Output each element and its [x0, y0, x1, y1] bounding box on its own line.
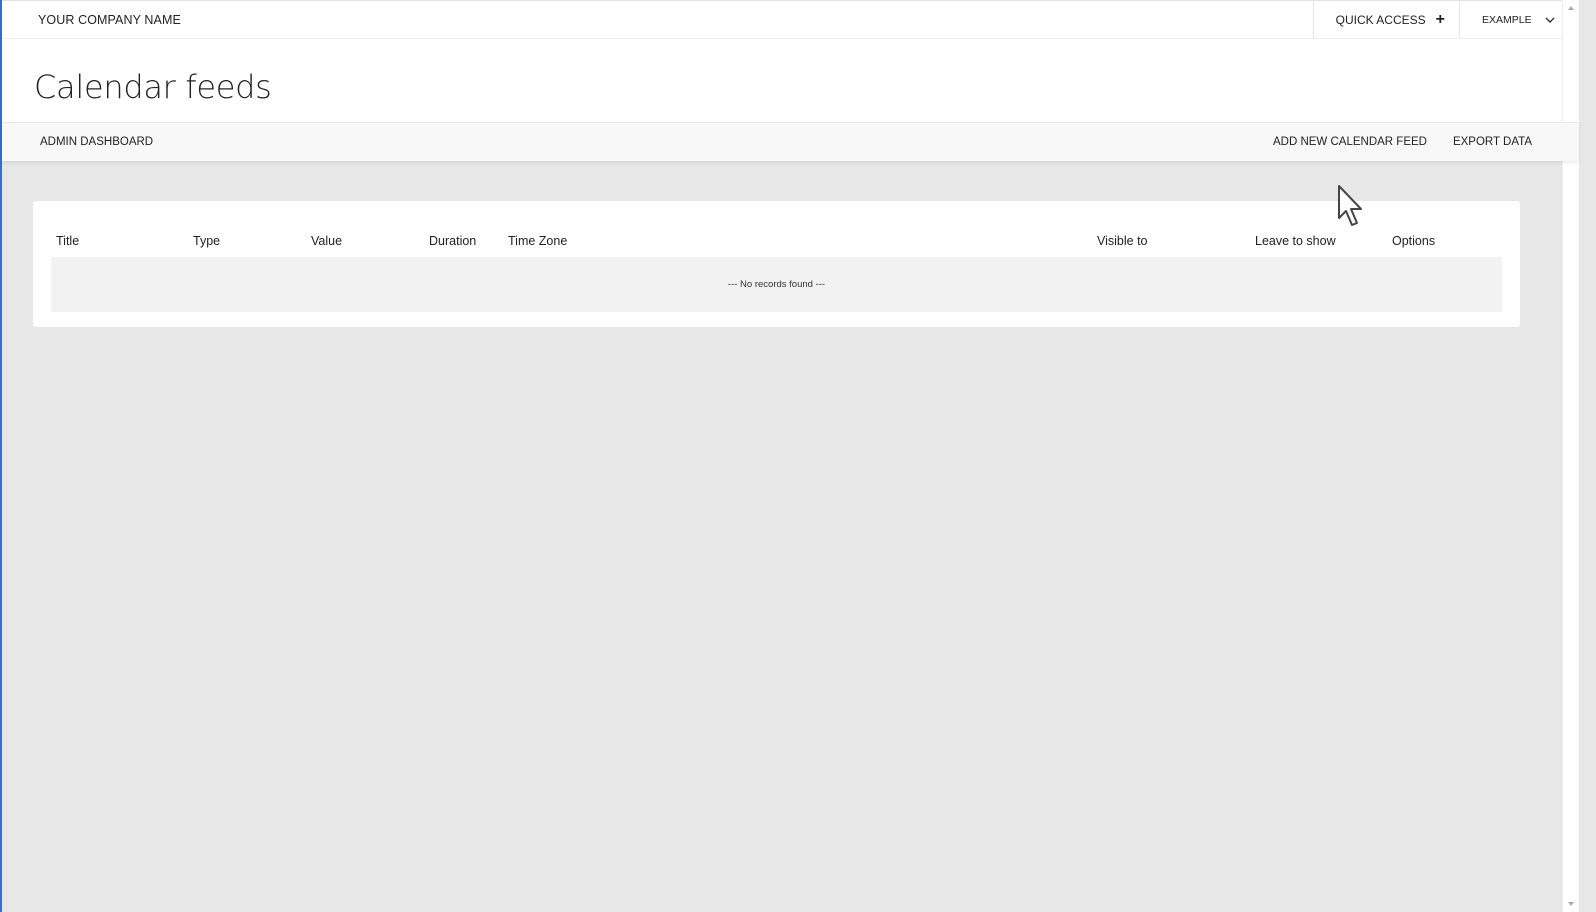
top-bar: YOUR COMPANY NAME QUICK ACCESS + EXAMPLE [2, 0, 1579, 39]
column-header-leave-to-show[interactable]: Leave to show [1255, 234, 1336, 248]
calendar-feeds-card: Title Type Value Duration Time Zone Visi… [33, 201, 1520, 327]
user-menu-label: EXAMPLE [1482, 13, 1532, 26]
mouse-cursor-icon [1338, 185, 1362, 226]
top-bar-actions: QUICK ACCESS + EXAMPLE [1312, 1, 1579, 38]
add-new-calendar-feed-button[interactable]: ADD NEW CALENDAR FEED [1273, 136, 1427, 148]
column-header-value[interactable]: Value [311, 234, 342, 248]
scroll-down-arrow-icon[interactable] [1568, 902, 1574, 906]
empty-message: --- No records found --- [727, 279, 826, 290]
column-header-duration[interactable]: Duration [429, 234, 476, 248]
export-data-button[interactable]: EXPORT DATA [1453, 136, 1532, 148]
action-links: ADD NEW CALENDAR FEED EXPORT DATA [1273, 136, 1579, 148]
table-empty-row: --- No records found --- [51, 257, 1502, 312]
chevron-down-icon [1545, 17, 1555, 23]
app-window: YOUR COMPANY NAME QUICK ACCESS + EXAMPLE… [2, 0, 1579, 912]
page-header: Calendar feeds [2, 39, 1579, 122]
column-header-options: Options [1392, 234, 1436, 248]
quick-access-button[interactable]: QUICK ACCESS + [1312, 1, 1459, 38]
column-header-time-zone[interactable]: Time Zone [508, 234, 567, 248]
column-header-type[interactable]: Type [193, 234, 220, 248]
quick-access-label: QUICK ACCESS [1335, 12, 1426, 27]
user-menu-button[interactable]: EXAMPLE [1459, 1, 1579, 38]
column-header-visible-to[interactable]: Visible to [1097, 234, 1148, 248]
scroll-up-arrow-icon[interactable] [1568, 6, 1574, 10]
plus-icon: + [1435, 10, 1445, 28]
admin-dashboard-link[interactable]: ADMIN DASHBOARD [2, 136, 153, 148]
page-title: Calendar feeds [34, 67, 272, 106]
column-header-title[interactable]: Title [56, 234, 79, 248]
table-header: Title Type Value Duration Time Zone Visi… [51, 229, 1502, 257]
action-bar: ADMIN DASHBOARD ADD NEW CALENDAR FEED EX… [2, 122, 1579, 161]
company-name: YOUR COMPANY NAME [38, 12, 181, 27]
